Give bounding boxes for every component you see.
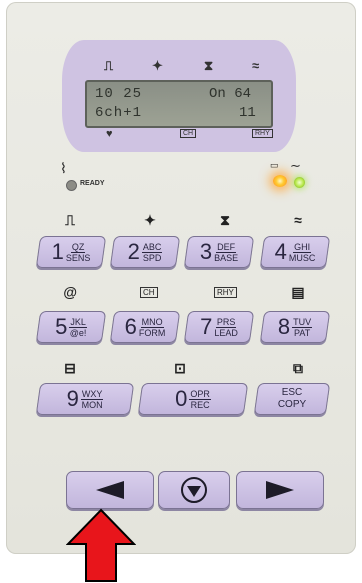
stop-icon <box>181 477 207 503</box>
copy-label: COPY <box>277 399 307 410</box>
charging-led <box>273 175 287 187</box>
pulse-icon: ⎍ <box>65 212 75 228</box>
esc-copy-key[interactable]: ESC COPY <box>253 383 331 415</box>
key-1-sens[interactable]: 1 QZ SENS <box>35 236 107 268</box>
wave-icon: ≈ <box>294 212 302 228</box>
copy-icon: ⧉ <box>293 360 303 376</box>
right-arrow-icon <box>266 481 294 499</box>
lcd-line1-left: 10 25 <box>95 86 143 102</box>
key-5-symbols[interactable]: 5 JKL @e! <box>35 311 107 343</box>
key-3-base[interactable]: 3 DEF BASE <box>183 236 255 268</box>
rhy-label: RHY <box>214 287 237 298</box>
at-icon: @ <box>63 284 77 300</box>
heart-icon: ♥ <box>106 128 113 140</box>
key-8-pat[interactable]: 8 TUV PAT <box>259 311 331 343</box>
key-0-rec[interactable]: 0 OPR REC <box>137 383 249 415</box>
hourglass-icon: ⧗ <box>204 58 214 73</box>
ready-led <box>66 180 77 191</box>
key-4-musc[interactable]: 4 GHI MUSC <box>259 236 331 268</box>
pulse-icon: ⎍ <box>104 58 114 73</box>
lcd-line2-right: 11 <box>239 105 256 121</box>
stop-button[interactable] <box>158 471 230 509</box>
runner-icon: ✦ <box>152 58 163 73</box>
ch-label: CH <box>180 129 197 138</box>
rhy-label: RHY <box>252 129 273 138</box>
key-9-mon[interactable]: 9 WXY MON <box>35 383 135 415</box>
monitor-icon: ⊟ <box>64 360 76 376</box>
left-arrow-button[interactable] <box>66 471 154 509</box>
runner-icon: ✦ <box>144 212 156 228</box>
key-7-lead[interactable]: 7 PRS LEAD <box>183 311 255 343</box>
battery-icon: ▭ <box>270 160 279 170</box>
ecg-record-icon: ⊡ <box>174 360 186 376</box>
clipboard-icon: ▤ <box>291 284 305 300</box>
lcd-line2-left: 6ch+1 <box>95 105 143 121</box>
hourglass-icon: ⧗ <box>220 212 230 228</box>
ac-power-icon: ∼ <box>290 158 301 173</box>
key-6-form[interactable]: 6 MNO FORM <box>109 311 181 343</box>
ch-label: CH <box>140 287 158 298</box>
left-arrow-icon <box>96 481 124 499</box>
ready-label: READY <box>80 180 105 187</box>
ecg-wave-icon: ⌇ <box>60 160 67 176</box>
lcd-screen: 10 25 On 64 6ch+1 11 <box>85 80 273 128</box>
lcd-line1-right: On 64 <box>209 86 252 102</box>
wave-icon: ≈ <box>252 58 260 73</box>
right-arrow-button[interactable] <box>236 471 324 509</box>
key-2-spd[interactable]: 2 ABC SPD <box>109 236 181 268</box>
esc-label: ESC <box>281 387 303 398</box>
red-arrow-pointer <box>66 508 136 582</box>
power-led <box>294 177 305 188</box>
